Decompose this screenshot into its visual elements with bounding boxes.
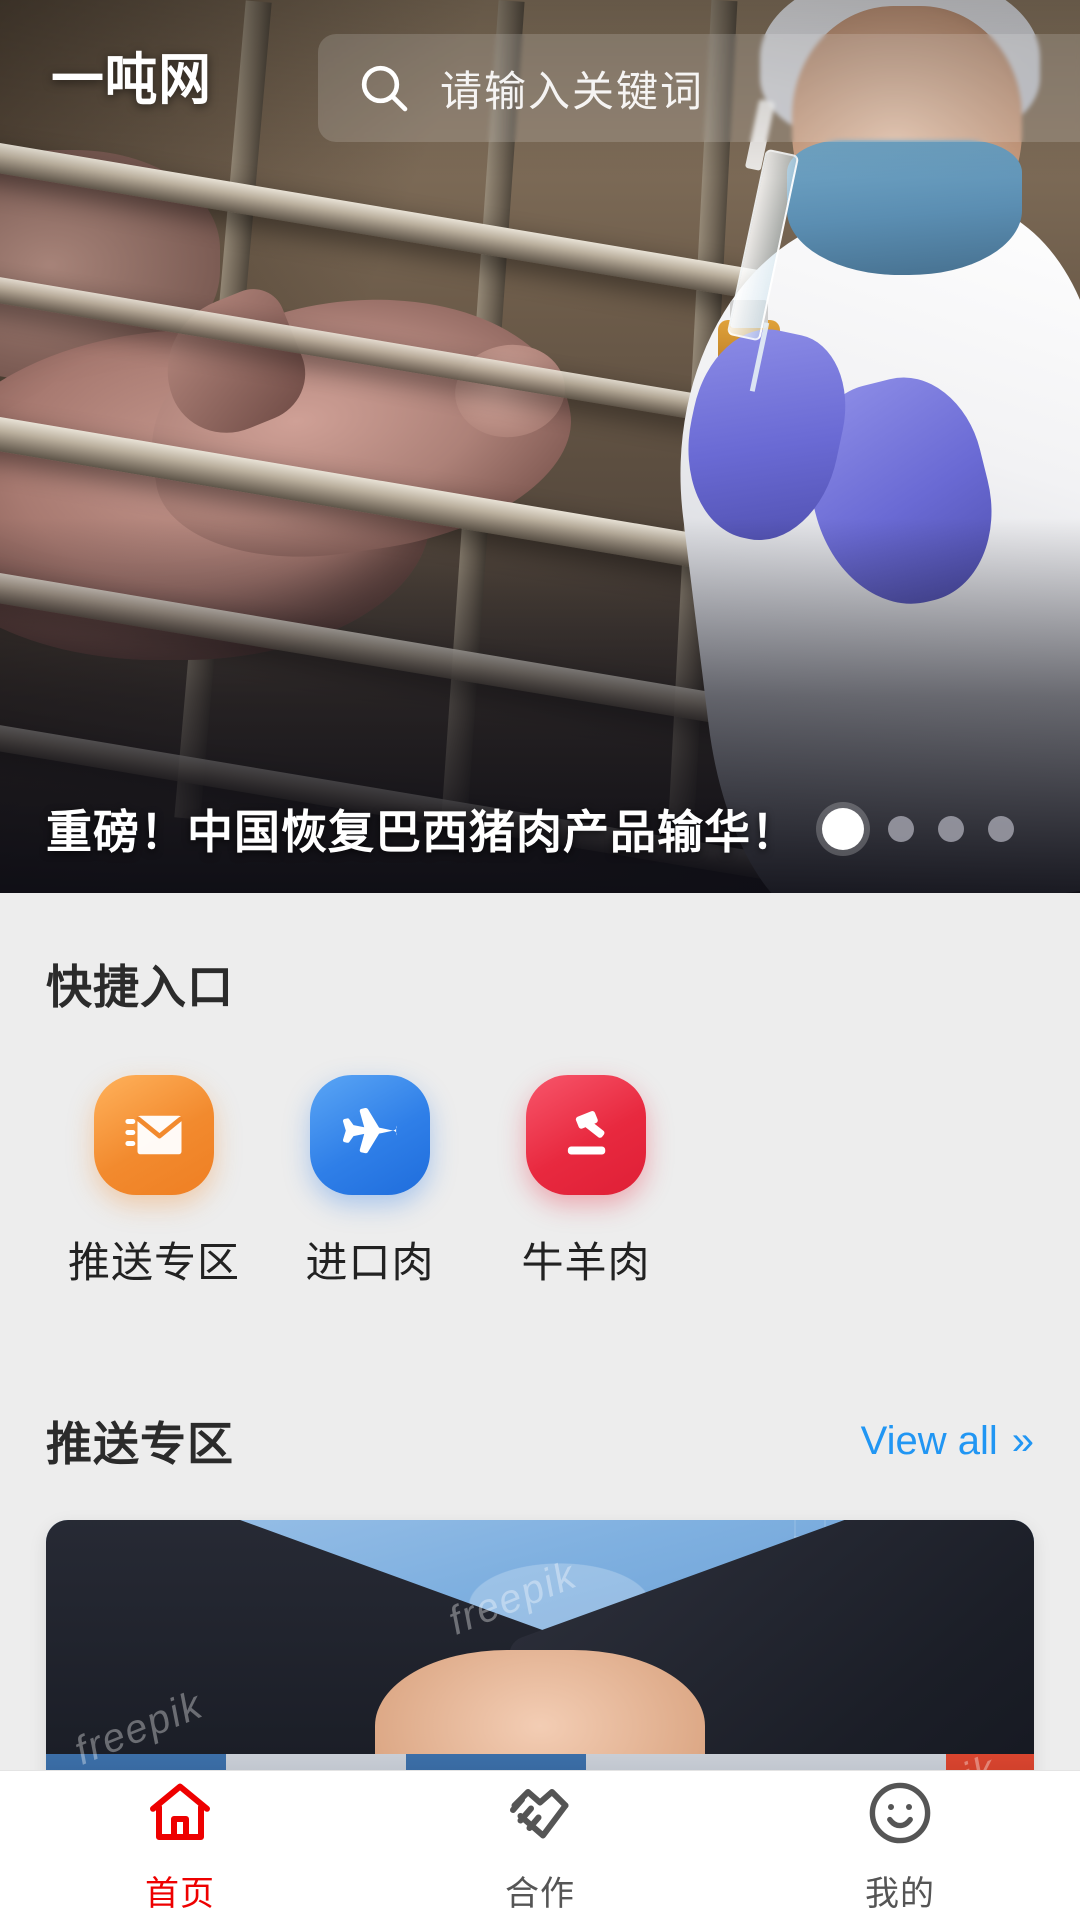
quick-entry-item-push-zone[interactable]: 推送专区	[46, 1075, 262, 1290]
view-all-label: View all	[860, 1418, 998, 1463]
quick-entry-header: 快捷入口	[0, 951, 1080, 1017]
push-zone-header: 推送专区 View all »	[0, 1408, 1080, 1474]
quick-entry-label: 推送专区	[67, 1239, 240, 1286]
quick-entry-section: 快捷入口 推送专区 进口肉 牛羊肉	[0, 951, 1080, 1290]
bottom-navigation-bar: 首页 合作 我的	[0, 1770, 1080, 1920]
app-header: 一吨网 请输入关键词	[0, 0, 1080, 150]
nav-item-home[interactable]: 首页	[0, 1777, 360, 1915]
handshake-icon	[504, 1777, 576, 1854]
search-input-placeholder[interactable]: 请输入关键词	[440, 58, 704, 119]
search-icon	[356, 60, 412, 116]
app-logo[interactable]: 一吨网	[51, 35, 212, 116]
quick-entry-item-beef-mutton[interactable]: 牛羊肉	[478, 1075, 694, 1290]
quick-entry-title: 快捷入口	[46, 961, 234, 1013]
envelope-icon	[94, 1075, 214, 1195]
carousel-dot-2[interactable]	[888, 816, 914, 842]
search-bar[interactable]: 请输入关键词	[318, 34, 1080, 142]
banner-caption-bar: 重磅！中国恢复巴西猪肉产品输华！	[0, 765, 1080, 893]
chevron-right-icon: »	[1011, 1419, 1034, 1463]
carousel-dot-3[interactable]	[938, 816, 964, 842]
carousel-dot-4[interactable]	[988, 816, 1014, 842]
quick-entry-label: 牛羊肉	[521, 1239, 651, 1286]
carousel-dot-1[interactable]	[822, 808, 864, 850]
gavel-icon	[526, 1075, 646, 1195]
nav-label: 首页	[145, 1874, 215, 1913]
quick-entry-grid: 推送专区 进口肉 牛羊肉	[0, 1075, 1080, 1290]
hero-banner-carousel[interactable]: 一吨网 请输入关键词 重磅！中国恢复巴西猪肉产品输华！	[0, 0, 1080, 893]
quick-entry-label: 进口肉	[305, 1239, 435, 1286]
nav-item-profile[interactable]: 我的	[720, 1777, 1080, 1915]
nav-item-cooperation[interactable]: 合作	[360, 1777, 720, 1915]
home-icon	[144, 1777, 216, 1854]
smiley-icon	[864, 1777, 936, 1854]
airplane-icon	[310, 1075, 430, 1195]
app-root: 一吨网 请输入关键词 重磅！中国恢复巴西猪肉产品输华！ 快捷入口 推送专区 进口…	[0, 0, 1080, 1920]
carousel-dots[interactable]	[822, 808, 1014, 850]
nav-label: 我的	[865, 1874, 935, 1913]
nav-label: 合作	[505, 1874, 575, 1913]
view-all-button[interactable]: View all »	[861, 1419, 1034, 1464]
push-zone-title: 推送专区	[46, 1418, 234, 1470]
quick-entry-item-imported-meat[interactable]: 进口肉	[262, 1075, 478, 1290]
banner-title[interactable]: 重磅！中国恢复巴西猪肉产品输华！	[46, 796, 798, 862]
